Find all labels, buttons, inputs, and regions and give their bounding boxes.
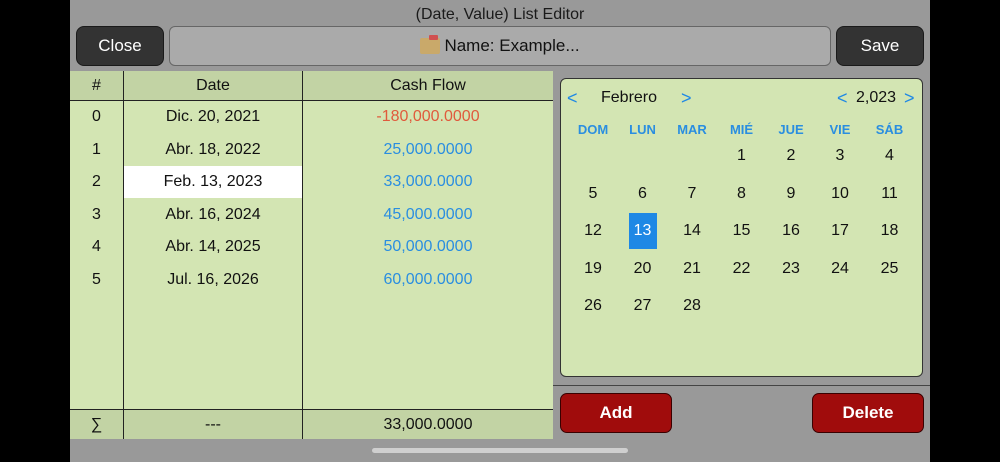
calendar-day[interactable]: 20 xyxy=(629,251,657,287)
calendar-day[interactable]: 15 xyxy=(728,213,756,249)
calendar: < Febrero > < 2,023 > DOM LUN MAR MIÉ JUE VIE… xyxy=(560,78,923,377)
cash-flow-cell[interactable]: -180,000.0000 xyxy=(303,101,553,133)
calendar-day[interactable]: 27 xyxy=(629,288,657,324)
divider xyxy=(553,385,930,386)
weekday-label: DOM xyxy=(577,122,609,137)
row-divider xyxy=(70,100,553,101)
calendar-day[interactable]: 7 xyxy=(678,176,706,212)
calendar-year: 2,023 xyxy=(856,89,897,106)
row-index: 2 xyxy=(92,173,101,190)
calendar-day[interactable]: 23 xyxy=(777,251,805,287)
column-divider xyxy=(123,71,124,439)
date-cell[interactable]: Abr. 16, 2024 xyxy=(124,199,302,231)
date-cell[interactable]: Feb. 13, 2023 xyxy=(124,166,302,198)
row-index: 0 xyxy=(92,108,101,125)
calendar-day[interactable]: 11 xyxy=(876,176,904,212)
window-title: (Date, Value) List Editor xyxy=(415,6,585,23)
date-cell[interactable]: Jul. 16, 2026 xyxy=(124,264,302,296)
calendar-day[interactable]: 6 xyxy=(629,176,657,212)
cash-flow-cell[interactable]: 33,000.0000 xyxy=(303,166,553,198)
name-field[interactable]: Name: Example... xyxy=(169,26,831,66)
list-editor-screen: (Date, Value) List Editor Close Name: Ex… xyxy=(70,0,930,462)
home-indicator xyxy=(372,448,628,453)
row-index: 4 xyxy=(92,238,101,255)
cash-flow-cell[interactable]: 50,000.0000 xyxy=(303,231,553,263)
calendar-day[interactable]: 2 xyxy=(777,138,805,174)
calendar-day[interactable]: 28 xyxy=(678,288,706,324)
weekday-label: SÁB xyxy=(875,122,904,137)
name-text: Name: Example... xyxy=(444,36,580,55)
date-cell[interactable]: Abr. 18, 2022 xyxy=(124,134,302,166)
row-divider xyxy=(70,409,553,410)
calendar-day[interactable]: 14 xyxy=(678,213,706,249)
column-header: Cash Flow xyxy=(303,71,553,100)
calendar-day[interactable]: 24 xyxy=(826,251,854,287)
cash-flow-table: # Date Cash Flow 0 Dic. 20, 2021 -180,000.000… xyxy=(70,71,553,439)
weekday-label: MAR xyxy=(677,122,707,137)
calendar-day[interactable]: 25 xyxy=(876,251,904,287)
prev-year-button[interactable]: < xyxy=(837,88,848,109)
weekday-label: LUN xyxy=(629,122,656,137)
column-header: Date xyxy=(124,71,302,100)
row-index: 3 xyxy=(92,205,101,223)
cash-flow-cell[interactable]: 25,000.0000 xyxy=(303,134,553,166)
calendar-day[interactable]: 8 xyxy=(728,176,756,212)
cash-flow-cell[interactable]: 60,000.0000 xyxy=(303,264,553,296)
prev-month-button[interactable]: < xyxy=(567,88,578,109)
weekday-label: VIE xyxy=(829,122,851,137)
calendar-day[interactable]: 12 xyxy=(579,213,607,249)
calendar-day[interactable]: 9 xyxy=(777,176,805,212)
footer-date: --- xyxy=(124,410,302,439)
column-divider xyxy=(302,71,303,439)
column-header: # xyxy=(70,71,123,100)
close-button[interactable]: Close xyxy=(76,26,164,66)
cash-flow-cell[interactable]: 45,000.0000 xyxy=(303,199,553,231)
calendar-day[interactable]: 1 xyxy=(728,138,756,174)
next-month-button[interactable]: > xyxy=(681,88,692,109)
calendar-day[interactable]: 26 xyxy=(579,288,607,324)
add-button[interactable]: Add xyxy=(560,393,672,433)
footer-total: 33,000.0000 xyxy=(303,410,553,439)
calendar-day[interactable]: 3 xyxy=(826,138,854,174)
calendar-day[interactable]: 13 xyxy=(628,213,657,249)
calendar-day[interactable]: 18 xyxy=(876,213,904,249)
calendar-day[interactable]: 5 xyxy=(579,176,607,212)
next-year-button[interactable]: > xyxy=(904,88,915,109)
calendar-day[interactable]: 16 xyxy=(777,213,805,249)
delete-button[interactable]: Delete xyxy=(812,393,924,433)
sum-icon: ∑ xyxy=(70,410,123,439)
calendar-month: Febrero xyxy=(601,89,658,106)
calendar-day[interactable]: 10 xyxy=(826,176,854,212)
row-index: 5 xyxy=(92,270,101,288)
calendar-day[interactable]: 22 xyxy=(728,251,756,287)
calendar-day[interactable]: 21 xyxy=(678,251,706,287)
calendar-day[interactable]: 19 xyxy=(579,251,607,287)
date-cell[interactable]: Abr. 14, 2025 xyxy=(124,231,302,263)
weekday-label: JUE xyxy=(778,122,804,137)
calendar-day[interactable]: 4 xyxy=(876,138,904,174)
save-button[interactable]: Save xyxy=(836,26,924,66)
date-cell[interactable]: Dic. 20, 2021 xyxy=(124,101,302,133)
calendar-day[interactable]: 17 xyxy=(826,213,854,249)
row-index: 1 xyxy=(92,140,101,158)
weekday-label: MIÉ xyxy=(729,122,754,137)
folder-icon xyxy=(420,35,441,54)
